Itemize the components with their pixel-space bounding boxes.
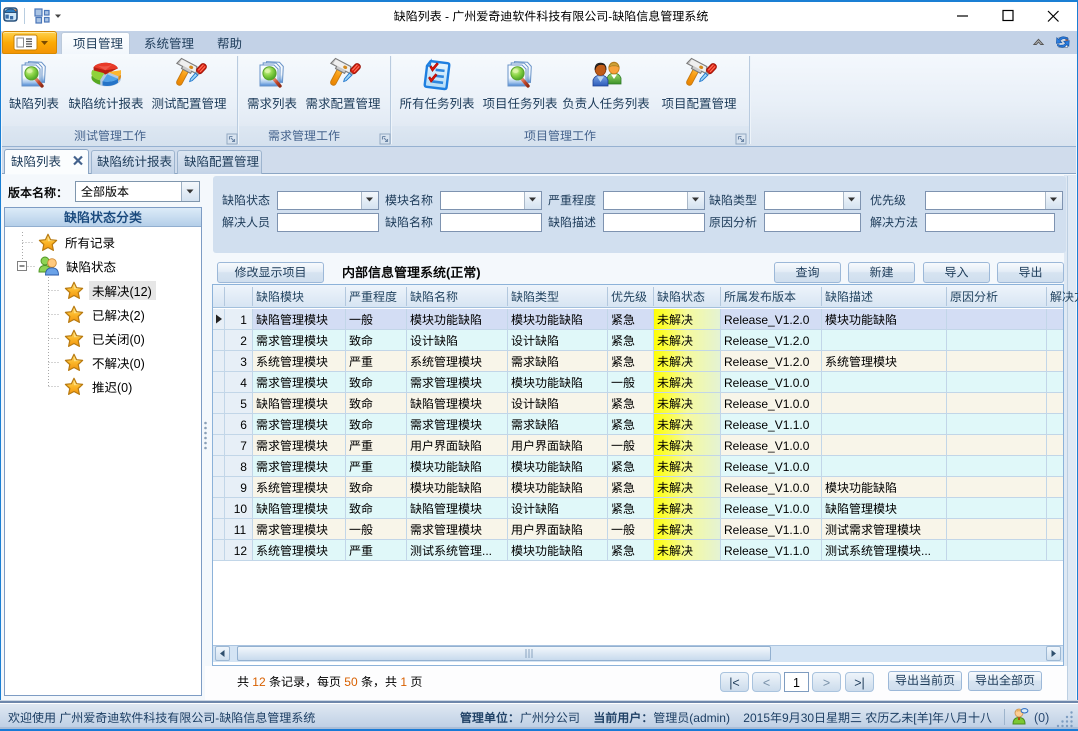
svg-text:|<: |<	[729, 676, 740, 690]
svg-text:...: ...	[921, 544, 931, 558]
svg-text:(0): (0)	[130, 357, 145, 371]
svg-text:Release_V1.0.0: Release_V1.0.0	[724, 460, 810, 474]
svg-text:-: -	[442, 10, 453, 24]
svg-text:3: 3	[240, 355, 247, 369]
svg-text:Release_V1.1.0: Release_V1.1.0	[724, 418, 810, 432]
svg-text:12: 12	[234, 544, 248, 558]
svg-text:Release_V1.0.0: Release_V1.0.0	[724, 397, 810, 411]
svg-text:-: -	[608, 10, 612, 24]
svg-text:7: 7	[240, 439, 247, 453]
svg-text:(0): (0)	[130, 333, 145, 347]
svg-text:50: 50	[344, 675, 358, 689]
svg-text:Release_V1.2.0: Release_V1.2.0	[724, 355, 810, 369]
svg-text:Release_V1.0.0: Release_V1.0.0	[724, 502, 810, 516]
svg-text:Release_V1.1.0: Release_V1.1.0	[724, 544, 810, 558]
svg-text:Release_V1.0.0: Release_V1.0.0	[724, 481, 810, 495]
svg-text:4: 4	[240, 376, 247, 390]
svg-text:): )	[476, 265, 480, 280]
svg-text:(12): (12)	[130, 285, 152, 299]
svg-text:30: 30	[801, 711, 815, 725]
svg-text:(admin): (admin)	[689, 711, 743, 725]
svg-text:-: -	[215, 711, 219, 725]
svg-text:(0): (0)	[117, 381, 132, 395]
svg-text:1: 1	[793, 676, 800, 690]
svg-text:Release_V1.2.0: Release_V1.2.0	[724, 313, 810, 327]
svg-text:9: 9	[782, 711, 789, 725]
svg-text:[: [	[913, 711, 917, 725]
svg-text:(2): (2)	[130, 309, 145, 323]
svg-text:12: 12	[252, 675, 266, 689]
svg-text:<: <	[763, 676, 770, 690]
svg-text:5: 5	[240, 397, 247, 411]
svg-text:11: 11	[234, 523, 247, 537]
svg-text:...: ...	[482, 544, 492, 558]
svg-text:Release_V1.2.0: Release_V1.2.0	[724, 334, 810, 348]
svg-text:Release_V1.0.0: Release_V1.0.0	[724, 439, 810, 453]
svg-text:Release_V1.0.0: Release_V1.0.0	[724, 376, 810, 390]
svg-text:1: 1	[240, 313, 247, 327]
svg-text:8: 8	[240, 460, 247, 474]
svg-text:6: 6	[240, 418, 247, 432]
svg-text:2: 2	[240, 334, 247, 348]
svg-text:10: 10	[234, 502, 248, 516]
svg-text:(: (	[446, 265, 451, 280]
svg-text:Release_V1.1.0: Release_V1.1.0	[724, 523, 810, 537]
svg-text:(0): (0)	[1034, 711, 1049, 725]
svg-text:2015: 2015	[743, 711, 770, 725]
svg-text:]: ]	[929, 711, 932, 725]
svg-text:>: >	[823, 676, 830, 690]
svg-text:9: 9	[240, 481, 247, 495]
svg-text:>|: >|	[854, 676, 865, 690]
